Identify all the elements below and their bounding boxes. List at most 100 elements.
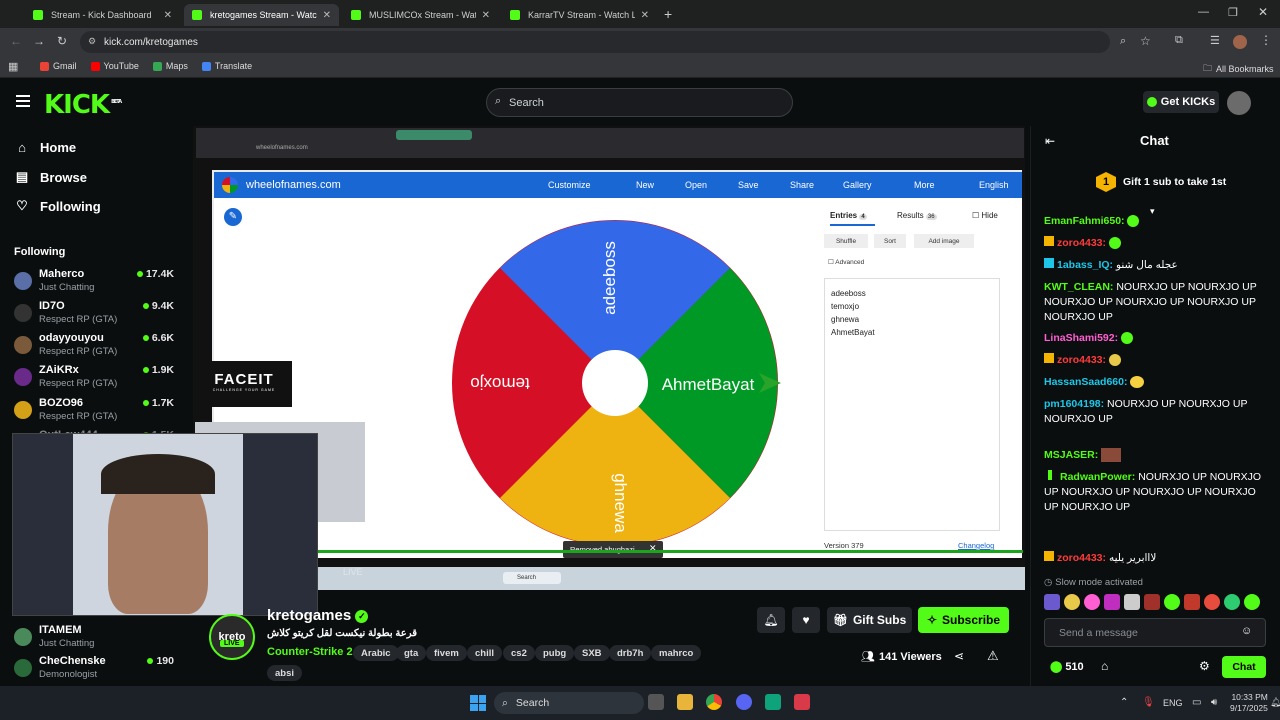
language-button[interactable]: English — [979, 180, 1009, 190]
file-explorer-icon[interactable] — [677, 694, 693, 710]
language-indicator[interactable]: ENG — [1163, 698, 1183, 708]
following-channel-odayyouyou[interactable]: odayyouyou Respect RP (GTA) 6.6K — [14, 332, 184, 362]
tray-chevron-icon[interactable]: ⌃ — [1120, 697, 1128, 708]
nav-home[interactable]: ⌂ Home — [14, 140, 76, 155]
following-channel-zaikrx[interactable]: ZAiKRx Respect RP (GTA) 1.9K — [14, 364, 184, 394]
tag-sxb[interactable]: SXB — [574, 645, 610, 661]
following-channel-maherco[interactable]: Maherco Just Chatting 17.4K — [14, 268, 184, 298]
reading-list-icon[interactable]: ☰ — [1210, 34, 1220, 47]
stream-category[interactable]: Counter-Strike 2 — [267, 646, 353, 658]
save-button[interactable]: Save — [738, 180, 759, 190]
emote-icon[interactable] — [1164, 594, 1180, 610]
notification-icon[interactable]: 🔔︎ — [1270, 697, 1280, 708]
tag-absi[interactable]: absi — [267, 665, 303, 681]
notification-bell-icon[interactable]: 🔔︎ — [757, 607, 785, 633]
tab-muslimcox[interactable]: MUSLIMCOx Stream - Watch Live ✕ — [343, 4, 498, 26]
close-tab-icon[interactable]: ✕ — [323, 10, 331, 21]
advanced-checkbox[interactable]: ☐ Advanced — [828, 258, 864, 266]
restore-button[interactable]: ❐ — [1228, 6, 1238, 19]
subscribe-button[interactable]: ✧ Subscribe — [918, 607, 1009, 633]
close-tab-icon[interactable]: ✕ — [482, 10, 490, 21]
search-input[interactable]: ⌕ Search — [486, 88, 793, 117]
clock[interactable]: 10:33 PM 9/17/2025 — [1230, 692, 1268, 714]
bookmark-star-icon[interactable]: ☆ — [1140, 34, 1151, 48]
tag-drb7h[interactable]: drb7h — [609, 645, 652, 661]
zoom-icon[interactable]: ⌕ — [1120, 35, 1126, 48]
gift-leaderboard-banner[interactable]: Gift 1 sub to take 1st — [1123, 176, 1226, 188]
bookmark-youtube[interactable]: YouTube — [90, 61, 139, 71]
nav-following[interactable]: ♡ Following — [14, 198, 100, 214]
following-channel-id7o[interactable]: ID7O Respect RP (GTA) 9.4K — [14, 300, 184, 330]
close-window-button[interactable]: ✕ — [1258, 5, 1268, 19]
chat-message-input[interactable]: Send a message ☺ — [1044, 618, 1266, 647]
taskbar-search[interactable]: ⌕ Search — [494, 692, 644, 714]
channel-avatar[interactable]: kreto — [209, 614, 255, 660]
send-chat-button[interactable]: Chat — [1222, 656, 1266, 678]
gift-subs-button[interactable]: 🎁︎ Gift Subs — [827, 607, 912, 633]
menu-kebab-icon[interactable]: ⋮ — [1260, 33, 1272, 47]
apps-grid-icon[interactable]: ▦ — [8, 60, 18, 73]
chrome-icon[interactable] — [706, 694, 722, 710]
add-image-button[interactable]: Add image — [914, 234, 974, 248]
new-tab-button[interactable]: + — [664, 6, 672, 22]
minimize-button[interactable]: — — [1198, 6, 1209, 18]
tab-entries[interactable]: Entries 4 — [830, 211, 867, 220]
name-wheel[interactable]: adeeboss AhmetBayat ghnewa temoxjo — [448, 218, 788, 548]
extensions-icon[interactable]: ⧉ — [1175, 34, 1183, 47]
report-warning-icon[interactable]: ⚠ — [987, 648, 999, 664]
shuffle-button[interactable]: Shuffle — [824, 234, 868, 248]
tab-kretogames[interactable]: kretogames Stream - Watch Live ✕ — [184, 4, 339, 26]
bookmark-gmail[interactable]: Gmail — [40, 61, 77, 71]
tag-fivem[interactable]: fivem — [426, 645, 467, 661]
close-tab-icon[interactable]: ✕ — [641, 10, 649, 21]
following-channel-itamem[interactable]: ITAMEM Just Chatting — [14, 624, 184, 654]
channel-name[interactable]: kretogames ✓ — [267, 607, 369, 624]
all-bookmarks[interactable]: 🗀 All Bookmarks — [1203, 61, 1274, 77]
emote-icon[interactable] — [1244, 594, 1260, 610]
tag-pubg[interactable]: pubg — [535, 645, 575, 661]
changelog-link[interactable]: Changelog — [958, 541, 994, 550]
url-field[interactable]: ⚙ kick.com/kretogames ⌕ ☆ — [80, 31, 1151, 53]
emote-icon[interactable] — [1224, 594, 1240, 610]
share-button[interactable]: Share — [790, 180, 814, 190]
user-avatar[interactable] — [1227, 91, 1251, 115]
customize-button[interactable]: Customize — [548, 180, 591, 190]
task-view-icon[interactable] — [648, 694, 664, 710]
emoji-picker-icon[interactable]: ☺ — [1241, 625, 1252, 637]
emote-icon[interactable] — [1124, 594, 1140, 610]
hide-checkbox[interactable]: ☐ Hide — [972, 211, 998, 220]
emote-icon[interactable] — [1144, 594, 1160, 610]
emote-icon[interactable] — [1084, 594, 1100, 610]
close-tab-icon[interactable]: ✕ — [164, 10, 172, 21]
emote-icon[interactable] — [1184, 594, 1200, 610]
tag-gta[interactable]: gta — [396, 645, 427, 661]
microphone-icon[interactable]: 🎙︎ — [1142, 697, 1155, 708]
site-info-icon[interactable]: ⚙ — [88, 36, 96, 47]
kick-logo[interactable]: KICK BETA — [44, 90, 122, 120]
tag-arabic[interactable]: Arabic — [353, 645, 399, 661]
get-kicks-button[interactable]: Get KICKs — [1143, 91, 1219, 113]
emote-icon[interactable] — [1044, 594, 1060, 610]
discord-icon[interactable] — [736, 694, 752, 710]
follow-heart-icon[interactable]: ♥ — [792, 607, 820, 633]
app-icon[interactable] — [765, 694, 781, 710]
emote-icon[interactable] — [1204, 594, 1220, 610]
back-icon[interactable]: ← — [10, 34, 22, 48]
reload-icon[interactable]: ↻ — [57, 34, 67, 48]
tab-results[interactable]: Results 36 — [897, 211, 937, 220]
more-button[interactable]: More — [914, 180, 935, 190]
hamburger-menu-icon[interactable] — [16, 95, 30, 107]
share-icon[interactable]: ⋖ — [954, 649, 964, 663]
tab-karrartv[interactable]: KarrarTV Stream - Watch Live o ✕ — [502, 4, 657, 26]
app-icon[interactable] — [794, 694, 810, 710]
emote-icon[interactable] — [1104, 594, 1120, 610]
network-icon[interactable]: ▭ — [1192, 697, 1201, 708]
following-channel-bozo96[interactable]: BOZO96 Respect RP (GTA) 1.7K — [14, 397, 184, 427]
edit-pencil-icon[interactable]: ✎ — [224, 208, 242, 226]
store-icon[interactable]: ⌂ — [1101, 659, 1108, 673]
gallery-button[interactable]: Gallery — [843, 180, 872, 190]
emote-icon[interactable] — [1064, 594, 1080, 610]
open-button[interactable]: Open — [685, 180, 707, 190]
forward-icon[interactable]: → — [33, 34, 45, 48]
sort-button[interactable]: Sort — [874, 234, 906, 248]
